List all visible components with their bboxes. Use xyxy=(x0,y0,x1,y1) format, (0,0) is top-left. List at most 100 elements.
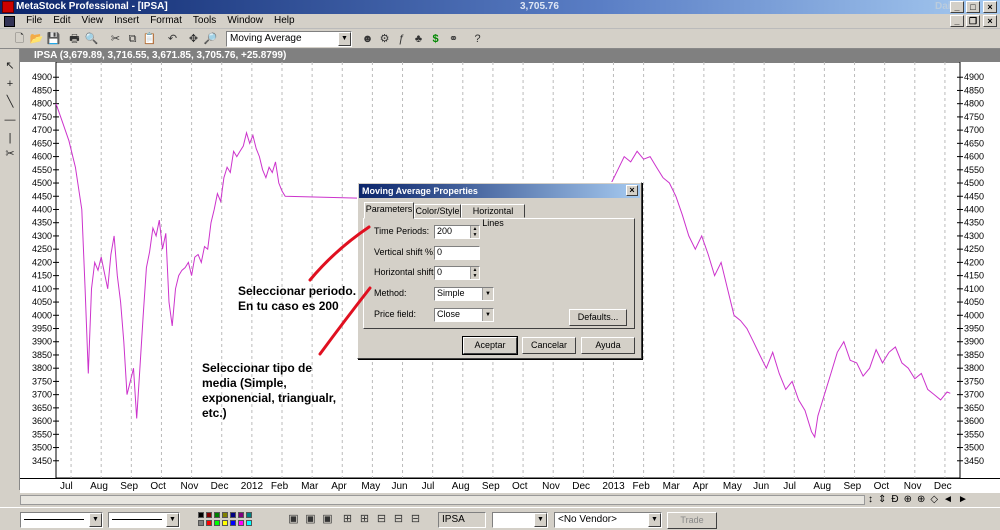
layout-icon[interactable]: ⊞ xyxy=(357,512,372,527)
menu-tools[interactable]: Tools xyxy=(189,14,220,28)
formula-icon[interactable]: ƒ xyxy=(394,32,409,47)
y-tick-label-left: 4750 xyxy=(32,112,52,122)
vertical-line-icon[interactable]: | xyxy=(3,131,17,145)
horizontal-shift-input[interactable]: 0 ▲ ▼ xyxy=(434,266,480,280)
style-tool-icon[interactable]: ▣ xyxy=(303,512,318,527)
print-preview-icon[interactable]: 🔍 xyxy=(84,32,99,47)
main-toolbar: 🗋 📂 💾 🖶 🔍 ✂ ⧉ 📋 ↶ ✥ 🔎 Moving Average ▼ ☻… xyxy=(0,29,1000,49)
y-tick-label-right: 4150 xyxy=(964,271,984,281)
y-tick-label-right: 4400 xyxy=(964,204,984,214)
y-tick-label-left: 4550 xyxy=(32,165,52,175)
x-tick-label: Feb xyxy=(270,481,289,492)
x-tick-label: Aug xyxy=(813,481,832,492)
y-tick-label-left: 3600 xyxy=(32,416,52,426)
layout-icon[interactable]: ⊟ xyxy=(408,512,423,527)
doc-minimize-button[interactable]: _ xyxy=(950,15,964,27)
chart-nav-icons[interactable]: ↕⇕Ð⊕⊕◇◄► xyxy=(868,493,973,507)
horizontal-scrollbar[interactable] xyxy=(20,495,865,505)
chevron-down-icon[interactable]: ▼ xyxy=(482,309,493,321)
menu-file[interactable]: File xyxy=(22,14,46,28)
y-tick-label-right: 3750 xyxy=(964,376,984,386)
binoculars-icon[interactable]: ⚭ xyxy=(446,32,461,47)
tab-color-style[interactable]: Color/Style xyxy=(414,204,461,218)
vendor-combo[interactable]: <No Vendor> ▼ xyxy=(554,512,662,528)
help-button[interactable]: Ayuda xyxy=(581,337,635,354)
minimize-button[interactable]: _ xyxy=(950,1,964,13)
document-icon[interactable] xyxy=(4,16,15,27)
line-style-sample xyxy=(24,518,84,520)
tools-icon[interactable]: ✂ xyxy=(3,147,17,161)
spinner-icon[interactable]: ▲ ▼ xyxy=(470,267,479,279)
y-tick-label-left: 4500 xyxy=(32,178,52,188)
spinner-icon[interactable]: ▲ ▼ xyxy=(470,226,479,238)
expert-icon[interactable]: ☻ xyxy=(360,32,375,47)
tab-parameters[interactable]: Parameters xyxy=(364,202,414,219)
cut-icon[interactable]: ✂ xyxy=(108,32,123,47)
pointer-icon[interactable]: ↖ xyxy=(3,59,17,73)
interval-combo[interactable]: ▼ xyxy=(492,512,548,528)
time-periods-input[interactable]: 200 ▲ ▼ xyxy=(434,225,480,239)
explorer-icon[interactable]: ♣ xyxy=(411,32,426,47)
y-tick-label-right: 4800 xyxy=(964,99,984,109)
maximize-button[interactable]: □ xyxy=(966,1,980,13)
layout-icon[interactable]: ⊞ xyxy=(340,512,355,527)
copy-icon[interactable]: ⧉ xyxy=(125,32,140,47)
y-tick-label-left: 4700 xyxy=(32,125,52,135)
chevron-down-icon[interactable]: ▼ xyxy=(534,513,547,527)
zoom-icon[interactable]: 🔎 xyxy=(203,32,218,47)
x-tick-label: 2012 xyxy=(240,481,264,492)
menu-edit[interactable]: Edit xyxy=(49,14,74,28)
menu-format[interactable]: Format xyxy=(146,14,186,28)
y-tick-label-right: 3900 xyxy=(964,337,984,347)
tab-horizontal-lines[interactable]: Horizontal Lines xyxy=(461,204,525,228)
y-tick-label-right: 4450 xyxy=(964,191,984,201)
layout-icon[interactable]: ⊟ xyxy=(374,512,389,527)
horizontal-line-icon[interactable]: — xyxy=(3,113,17,127)
close-button[interactable]: × xyxy=(983,1,997,13)
save-icon[interactable]: 💾 xyxy=(46,32,61,47)
doc-close-button[interactable]: × xyxy=(983,15,997,27)
dialog-title-bar: Moving Average Properties × xyxy=(359,184,640,198)
method-select[interactable]: Simple ▼ xyxy=(434,287,494,301)
ok-button[interactable]: Aceptar xyxy=(462,336,518,355)
cancel-button[interactable]: Cancelar xyxy=(522,337,576,354)
style-tool-icon[interactable]: ▣ xyxy=(286,512,301,527)
paste-icon[interactable]: 📋 xyxy=(142,32,157,47)
line-weight-combo[interactable]: ▼ xyxy=(108,512,180,528)
line-style-combo[interactable]: ▼ xyxy=(20,512,103,528)
time-periods-value: 200 xyxy=(437,226,453,236)
annotation-media: Seleccionar tipo de media (Simple, expon… xyxy=(202,361,337,420)
dollar-icon[interactable]: $ xyxy=(428,32,443,47)
symbol-box[interactable]: IPSA xyxy=(438,512,486,528)
help-icon[interactable]: ? xyxy=(470,32,485,47)
crosshair-icon[interactable]: + xyxy=(3,77,17,91)
open-icon[interactable]: 📂 xyxy=(29,32,44,47)
close-icon[interactable]: × xyxy=(626,185,638,196)
menu-window[interactable]: Window xyxy=(223,14,267,28)
print-icon[interactable]: 🖶 xyxy=(67,32,82,47)
trendline-icon[interactable]: ╲ xyxy=(3,95,17,109)
chevron-down-icon[interactable]: ▼ xyxy=(648,513,661,527)
price-field-select[interactable]: Close ▼ xyxy=(434,308,494,322)
chevron-down-icon[interactable]: ▼ xyxy=(482,288,493,300)
new-icon[interactable]: 🗋 xyxy=(12,32,27,47)
menu-insert[interactable]: Insert xyxy=(110,14,143,28)
style-tool-icon[interactable]: ▣ xyxy=(320,512,335,527)
undo-icon[interactable]: ↶ xyxy=(165,32,180,47)
vertical-shift-input[interactable]: 0 xyxy=(434,246,480,260)
system-tester-icon[interactable]: ⚙ xyxy=(377,32,392,47)
menu-help[interactable]: Help xyxy=(270,14,299,28)
chevron-down-icon[interactable]: ▼ xyxy=(166,513,179,527)
layout-icon[interactable]: ⊟ xyxy=(391,512,406,527)
trade-button[interactable]: Trade xyxy=(667,512,717,529)
color-palette[interactable] xyxy=(198,512,262,528)
defaults-button[interactable]: Defaults... xyxy=(569,309,627,326)
app-icon[interactable] xyxy=(2,1,14,13)
indicator-combo[interactable]: Moving Average ▼ xyxy=(226,31,352,47)
menu-view[interactable]: View xyxy=(78,14,108,28)
doc-restore-button[interactable]: ❐ xyxy=(966,15,980,27)
move-icon[interactable]: ✥ xyxy=(186,32,201,47)
chevron-down-icon[interactable]: ▼ xyxy=(338,32,351,46)
chevron-down-icon[interactable]: ▼ xyxy=(89,513,102,527)
y-tick-label-left: 4400 xyxy=(32,204,52,214)
